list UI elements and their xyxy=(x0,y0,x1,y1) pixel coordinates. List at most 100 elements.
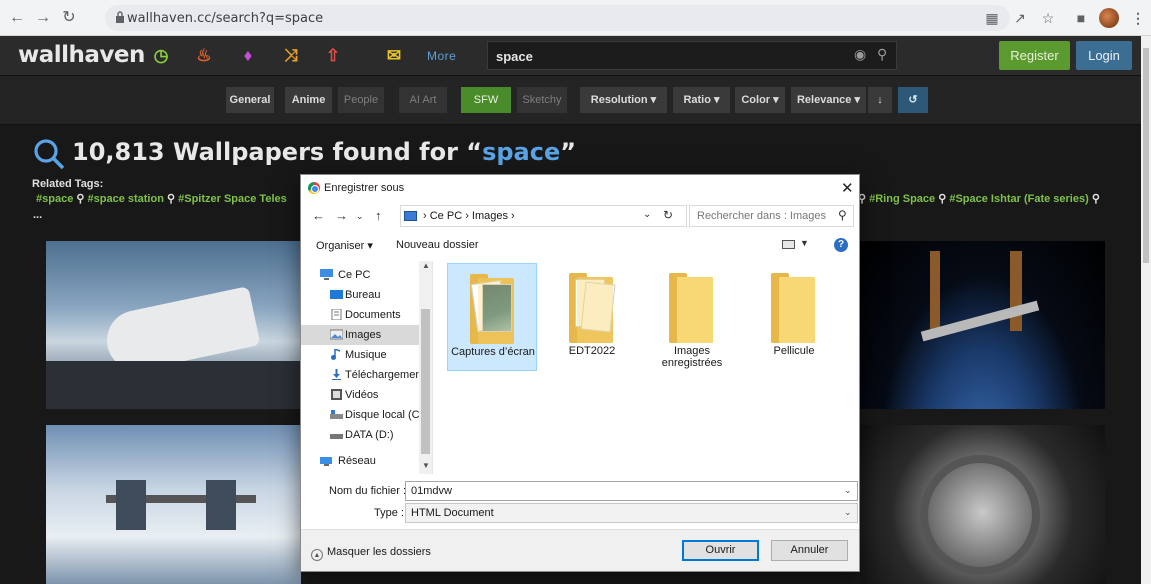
page-scrollbar[interactable] xyxy=(1141,36,1151,584)
back-icon[interactable]: ← xyxy=(6,7,28,29)
site-logo[interactable]: wallhaven xyxy=(18,42,145,68)
hide-folders-toggle[interactable]: ▲ Masquer les dossiers xyxy=(311,546,431,561)
chevron-down-icon[interactable]: ⌄ xyxy=(844,507,852,518)
nav-item-this-pc[interactable]: Ce PC xyxy=(301,265,419,285)
open-button[interactable]: Ouvrir xyxy=(682,540,759,561)
upload-icon[interactable]: ⇧ xyxy=(322,45,344,67)
tag-ring-space[interactable]: #Ring Space xyxy=(869,193,935,205)
chevron-down-icon[interactable]: ⌄ xyxy=(844,485,852,496)
nav-item-music[interactable]: Musique xyxy=(301,345,419,365)
forward-icon[interactable]: → xyxy=(335,208,348,223)
up-folder-icon[interactable]: ↑ xyxy=(375,208,382,223)
ratio-dropdown[interactable]: Ratio ▾ xyxy=(673,87,730,113)
folder-icon xyxy=(771,273,815,343)
nav-item-desktop[interactable]: Bureau xyxy=(301,285,419,305)
folder-item-screenshots[interactable]: Captures d’écran xyxy=(447,263,537,371)
profile-avatar[interactable] xyxy=(1099,8,1119,28)
more-tags[interactable]: ... xyxy=(33,209,42,221)
chevron-down-icon[interactable]: ▼ xyxy=(800,238,809,248)
nav-item-network[interactable]: Réseau xyxy=(301,451,419,471)
related-tags-left: #space ⚲ #space station ⚲ #Spitzer Space… xyxy=(36,193,287,205)
folder-item-camera-roll[interactable]: Pellicule xyxy=(749,263,839,371)
close-icon[interactable]: ✕ xyxy=(841,179,854,197)
reload-icon[interactable]: ↻ xyxy=(58,7,80,29)
toplist-icon[interactable]: ♦ xyxy=(237,45,259,67)
search-value: space xyxy=(496,49,533,64)
nav-item-documents[interactable]: Documents xyxy=(301,305,419,325)
register-button[interactable]: Register xyxy=(999,41,1070,70)
wallpaper-thumbnail[interactable] xyxy=(860,425,1105,584)
nav-item-images[interactable]: Images xyxy=(301,325,419,345)
filter-sfw[interactable]: SFW xyxy=(461,87,511,113)
share-icon[interactable]: ↗ xyxy=(1010,8,1030,28)
wallpaper-thumbnail[interactable] xyxy=(46,241,301,409)
search-icon[interactable]: ⚲ xyxy=(877,46,887,63)
camera-icon[interactable]: ◉ xyxy=(854,46,866,63)
star-icon[interactable]: ☆ xyxy=(1038,8,1058,28)
cancel-button[interactable]: Annuler xyxy=(771,540,848,561)
hot-icon[interactable]: ♨ xyxy=(193,45,215,67)
sort-order-icon[interactable]: ↓ xyxy=(868,87,892,113)
tag-spitzer[interactable]: #Spitzer Space Teles xyxy=(178,193,287,205)
nav-item-local-disk[interactable]: Disque local (C:) xyxy=(301,405,426,425)
forward-icon[interactable]: → xyxy=(32,7,54,29)
address-bar[interactable]: wallhaven.cc/search?q=space xyxy=(105,5,1010,31)
filter-general[interactable]: General xyxy=(226,87,274,113)
search-input[interactable]: space ◉ ⚲ xyxy=(487,41,897,70)
resolution-dropdown[interactable]: Resolution ▾ xyxy=(580,87,667,113)
sort-dropdown[interactable]: Relevance ▾ xyxy=(791,87,866,113)
filter-sketchy[interactable]: Sketchy xyxy=(517,87,567,113)
scroll-up-icon[interactable]: ▲ xyxy=(422,261,430,270)
forums-icon[interactable]: ✉ xyxy=(383,45,405,67)
help-icon[interactable]: ? xyxy=(834,238,848,252)
view-options-icon[interactable] xyxy=(782,240,795,249)
search-icon xyxy=(34,139,65,170)
ratio-label: Ratio xyxy=(683,94,711,106)
random-icon[interactable]: ⤨ xyxy=(280,45,302,67)
login-button[interactable]: Login xyxy=(1076,41,1132,70)
color-dropdown[interactable]: Color ▾ xyxy=(735,87,785,113)
folder-icon xyxy=(569,273,616,343)
tag-space[interactable]: #space xyxy=(36,193,73,205)
nav-scrollbar[interactable]: ▲ ▼ xyxy=(419,261,432,474)
refresh-icon[interactable]: ↺ xyxy=(898,87,928,113)
new-folder-button[interactable]: Nouveau dossier xyxy=(396,239,479,251)
folder-search-input[interactable]: Rechercher dans : Images ⚲ xyxy=(689,205,854,227)
filename-field[interactable]: 01mdvw ⌄ xyxy=(405,481,858,501)
nav-item-data-drive[interactable]: DATA (D:) xyxy=(301,425,419,445)
folder-item-edt2022[interactable]: EDT2022 xyxy=(547,263,637,371)
file-type-select[interactable]: HTML Document ⌄ xyxy=(405,503,858,523)
browser-toolbar: ← → ↻ wallhaven.cc/search?q=space ▦ ↗ ☆ … xyxy=(0,0,1151,36)
filter-people[interactable]: People xyxy=(338,87,384,113)
nav-item-label: DATA (D:) xyxy=(345,429,394,441)
chevron-down-icon[interactable]: ⌄ xyxy=(643,209,651,220)
wallpaper-thumbnail[interactable] xyxy=(860,241,1105,409)
menu-icon[interactable]: ⋮ xyxy=(1128,8,1148,28)
tag-space-ishtar[interactable]: #Space Ishtar (Fate series) xyxy=(949,193,1088,205)
breadcrumb-pc[interactable]: Ce PC xyxy=(430,210,462,222)
dialog-titlebar[interactable]: Enregistrer sous ✕ xyxy=(301,175,859,202)
nav-item-downloads[interactable]: Téléchargement xyxy=(301,365,425,385)
back-icon[interactable]: ← xyxy=(312,208,325,223)
latest-icon[interactable]: ◷ xyxy=(150,45,172,67)
breadcrumb[interactable]: › Ce PC › Images › ⌄ ↻ xyxy=(400,205,687,227)
folder-item-saved-images[interactable]: Images enregistrées xyxy=(647,263,737,371)
refresh-icon[interactable]: ↻ xyxy=(663,208,673,222)
more-link[interactable]: More xyxy=(427,49,456,63)
recent-locations-icon[interactable]: ⌄ xyxy=(356,211,364,222)
filter-anime[interactable]: Anime xyxy=(285,87,332,113)
breadcrumb-images[interactable]: Images xyxy=(472,210,508,222)
nav-item-videos[interactable]: Vidéos xyxy=(301,385,419,405)
pictures-icon xyxy=(330,329,343,340)
scroll-down-icon[interactable]: ▼ xyxy=(422,461,430,470)
file-label: EDT2022 xyxy=(568,345,616,357)
window-icon[interactable]: ■ xyxy=(1071,8,1091,28)
organize-menu[interactable]: Organiser ▾ xyxy=(316,239,373,252)
translate-icon[interactable]: ▦ xyxy=(982,8,1002,28)
related-tags-label: Related Tags: xyxy=(32,178,104,190)
filter-ai-art[interactable]: AI Art xyxy=(399,87,447,113)
wallpaper-thumbnail[interactable] xyxy=(46,425,301,584)
file-list: Captures d’écran EDT2022 Images enregist… xyxy=(434,261,859,474)
type-row: Type : HTML Document ⌄ xyxy=(301,503,859,523)
tag-space-station[interactable]: #space station xyxy=(88,193,164,205)
